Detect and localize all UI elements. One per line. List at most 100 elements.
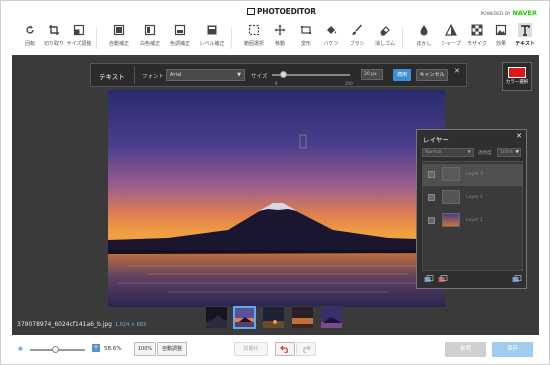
blend-mode-select[interactable]: Normal ▼ xyxy=(422,148,474,157)
size-input[interactable]: 20 px xyxy=(361,69,383,80)
zoom-out-icon[interactable]: ▣ xyxy=(18,346,23,352)
blend-mode-value: Normal xyxy=(425,150,442,155)
white-balance-icon xyxy=(144,24,156,36)
color-swatch xyxy=(508,67,526,78)
apply-button[interactable]: 適用 xyxy=(393,69,411,81)
redo-button[interactable] xyxy=(296,342,316,356)
resize-icon xyxy=(73,24,85,36)
tool-label: 消しゴム xyxy=(374,41,395,47)
thumbnail[interactable] xyxy=(205,306,228,329)
reset-button[interactable]: 初期化 xyxy=(234,342,268,356)
effect-icon xyxy=(495,24,507,36)
app-frame: PHOTOEDITOR POWERED BY NAVER 回転 切り取り サイズ調… xyxy=(0,0,550,365)
file-info: 379078974_6024cf141a6_b.jpg 1,024 × 683 xyxy=(17,321,146,328)
logo-text: PHOTOEDITOR xyxy=(257,7,316,16)
layer-style-icon[interactable] xyxy=(438,275,448,283)
font-value: Arial xyxy=(170,72,182,78)
size-slider[interactable] xyxy=(272,71,350,78)
tool-label: 白色補正 xyxy=(139,41,160,47)
undo-icon xyxy=(280,345,288,354)
layer-row[interactable]: Layer 2 xyxy=(423,187,523,209)
eraser-icon xyxy=(380,26,390,36)
layer-thumbnail xyxy=(442,167,460,181)
size-label: サイズ xyxy=(251,74,268,80)
close-icon[interactable]: ✕ xyxy=(454,67,460,75)
thumbnail-selected[interactable] xyxy=(233,306,256,329)
save-button[interactable]: 保存 xyxy=(492,342,533,357)
brush-icon xyxy=(352,24,363,35)
color-tone-icon xyxy=(174,24,186,36)
powered-by: POWERED BY NAVER xyxy=(480,9,537,17)
layer-name: Layer 1 xyxy=(466,218,483,223)
thumbnail[interactable] xyxy=(320,306,343,329)
thumbnail[interactable] xyxy=(291,306,314,329)
tool-label: ブラシ xyxy=(349,41,365,47)
selection-icon xyxy=(248,24,260,36)
file-name: 379078974_6024cf141a6_b.jpg xyxy=(17,321,112,328)
zoom-slider-handle[interactable] xyxy=(52,346,59,353)
mosaic-icon xyxy=(471,24,483,36)
tool-label: サイズ調整 xyxy=(66,41,92,47)
workspace: テキスト フォント Arial ▼ サイズ 8 200 20 px 適用 キャンセ… xyxy=(12,55,539,335)
file-dimensions: 1,024 × 683 xyxy=(114,322,147,328)
tool-label: ぼかし xyxy=(416,41,432,47)
panel-divider xyxy=(134,66,135,84)
tool-white-balance[interactable]: 白色補正 xyxy=(135,23,165,53)
image-canvas[interactable] xyxy=(108,90,445,307)
opacity-select[interactable]: 100% ▼ xyxy=(497,148,521,157)
undo-button[interactable] xyxy=(275,342,295,356)
font-label: フォント xyxy=(142,74,165,80)
redo-icon xyxy=(303,345,311,354)
size-slider-handle[interactable] xyxy=(280,71,287,78)
tool-color-tone[interactable]: 色調補正 xyxy=(165,23,195,53)
tool-level[interactable]: レベル補正 xyxy=(197,23,227,53)
add-layer-icon[interactable] xyxy=(424,275,434,283)
tool-text[interactable]: テキスト xyxy=(510,23,540,53)
thumbnail-image xyxy=(235,308,254,327)
thumbnail[interactable] xyxy=(262,306,285,329)
layer-thumbnail xyxy=(442,213,460,227)
photo-fuji-sunset xyxy=(108,90,445,307)
thumbnail-image xyxy=(321,307,342,328)
thumbnail-image xyxy=(263,307,284,328)
cancel-button[interactable]: キャンセル xyxy=(416,69,448,81)
color-select-button[interactable]: カラー選択 xyxy=(502,62,532,91)
toolbar-divider xyxy=(402,27,403,49)
text-icon xyxy=(518,23,532,37)
rotate-icon xyxy=(26,25,34,34)
tool-brush[interactable]: ブラシ xyxy=(342,23,372,53)
tool-auto-correct[interactable]: 自動補正 xyxy=(104,23,134,53)
tool-eraser[interactable]: 消しゴム xyxy=(370,23,400,53)
layers-title: レイヤー xyxy=(423,136,449,144)
naver-brand: NAVER xyxy=(512,9,537,17)
zoom-slider[interactable] xyxy=(30,346,85,353)
auto-fit-button[interactable]: 自動調整 xyxy=(157,342,187,356)
size-max: 200 xyxy=(345,81,353,86)
transform-icon xyxy=(301,26,311,34)
tool-blur[interactable]: ぼかし xyxy=(409,23,439,53)
toolbar-divider xyxy=(96,27,97,49)
tool-label: テキスト xyxy=(515,41,535,47)
font-select[interactable]: Arial ▼ xyxy=(166,69,245,81)
chevron-down-icon: ▼ xyxy=(515,150,519,155)
open-button[interactable]: 参照 xyxy=(445,342,486,357)
zoom-in-icon[interactable]: + xyxy=(92,344,100,352)
crop-icon xyxy=(49,25,59,35)
tool-label: レベル補正 xyxy=(199,41,225,47)
app-logo: PHOTOEDITOR xyxy=(247,7,316,16)
text-panel-title: テキスト xyxy=(99,73,125,81)
layer-visibility-checkbox[interactable] xyxy=(428,171,435,178)
close-icon[interactable]: ✕ xyxy=(516,132,522,140)
bucket-icon xyxy=(327,26,337,34)
layer-row[interactable]: Layer 3 xyxy=(423,164,523,186)
chevron-down-icon: ▼ xyxy=(467,150,471,155)
merge-layers-icon[interactable] xyxy=(512,275,522,283)
zoom-100-button[interactable]: 100% xyxy=(134,342,156,356)
auto-correct-icon xyxy=(113,24,125,36)
layer-visibility-checkbox[interactable] xyxy=(428,194,435,201)
tool-label: 色調補正 xyxy=(169,41,190,47)
layer-visibility-checkbox[interactable] xyxy=(428,217,435,224)
layer-row[interactable]: Layer 1 xyxy=(423,210,523,232)
tool-resize[interactable]: サイズ調整 xyxy=(64,23,94,53)
thumbnail-image xyxy=(292,307,313,328)
